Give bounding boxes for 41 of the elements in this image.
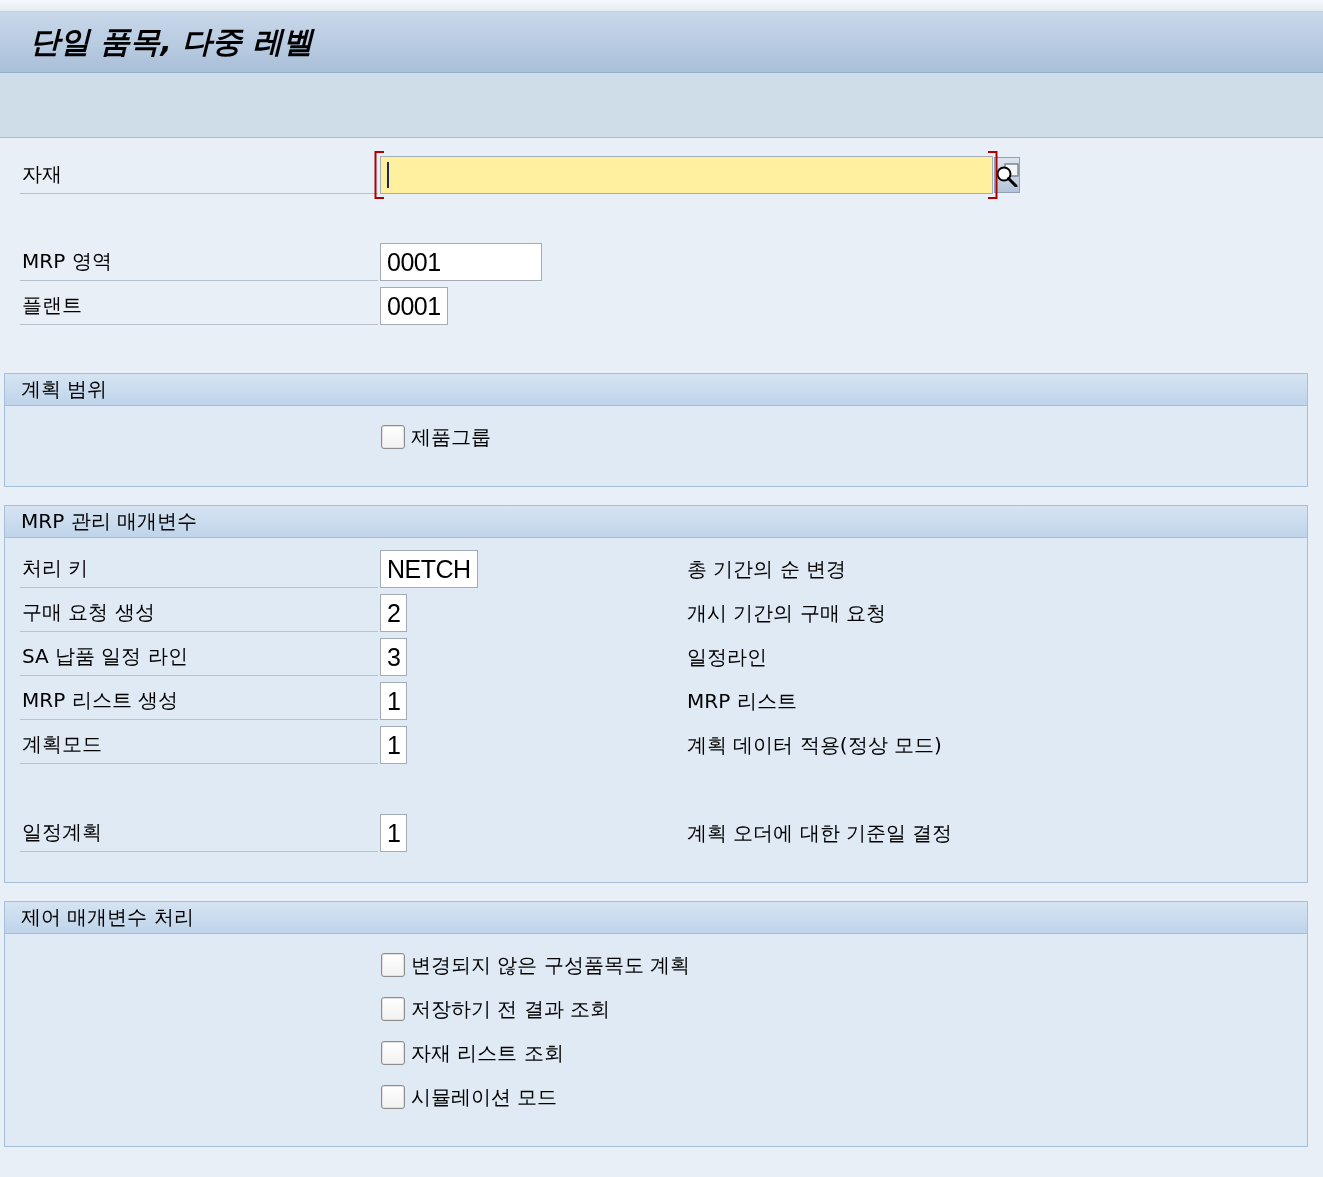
checkbox[interactable]	[381, 997, 405, 1021]
field-label: 계획모드	[22, 731, 102, 758]
checkbox-label: 자재 리스트 조회	[411, 1039, 564, 1067]
checkbox[interactable]	[381, 1041, 405, 1065]
field-label: 플랜트	[22, 292, 82, 319]
window-title: 단일 품목, 다중 레벨	[30, 22, 313, 61]
field-label: SA 납품 일정 라인	[22, 643, 188, 670]
input-field[interactable]: 1	[380, 726, 408, 764]
field-description: 총 기간의 순 변경	[687, 555, 847, 583]
checkbox[interactable]	[381, 953, 405, 977]
group-box-title: 계획 범위	[21, 376, 108, 403]
search-icon	[995, 163, 1019, 187]
field-label: 처리 키	[22, 555, 89, 582]
input-field[interactable]: 0001	[380, 287, 448, 325]
group-box-title: 제어 매개변수 처리	[21, 904, 194, 931]
field-label: MRP 영역	[22, 248, 112, 275]
field-label: 일정계획	[22, 819, 102, 846]
input-field[interactable]: 2	[380, 594, 408, 632]
input-field[interactable]	[380, 156, 993, 194]
field-description: 일정라인	[687, 643, 767, 671]
checkbox[interactable]	[381, 1085, 405, 1109]
input-field[interactable]: NETCH	[380, 550, 478, 588]
field-description: 개시 기간의 구매 요청	[687, 599, 887, 627]
field-description: 계획 오더에 대한 기준일 결정	[687, 819, 953, 847]
field-label: 자재	[22, 161, 62, 188]
input-field[interactable]: 1	[380, 814, 408, 852]
checkbox[interactable]	[381, 425, 405, 449]
text-cursor-icon	[387, 162, 389, 188]
input-field[interactable]: 0001	[380, 243, 542, 281]
checkbox-label: 제품그룹	[411, 423, 491, 451]
checkbox-label: 변경되지 않은 구성품목도 계획	[411, 951, 691, 979]
field-description: 계획 데이터 적용(정상 모드)	[687, 731, 942, 759]
checkbox-label: 저장하기 전 결과 조회	[411, 995, 611, 1023]
field-label: 구매 요청 생성	[22, 599, 155, 626]
field-label: MRP 리스트 생성	[22, 687, 178, 714]
field-description: MRP 리스트	[687, 687, 797, 715]
input-field[interactable]: 3	[380, 638, 408, 676]
input-field[interactable]: 1	[380, 682, 408, 720]
group-box-title: MRP 관리 매개변수	[21, 508, 197, 535]
checkbox-label: 시뮬레이션 모드	[411, 1083, 558, 1111]
search-help-button[interactable]	[994, 157, 1020, 193]
